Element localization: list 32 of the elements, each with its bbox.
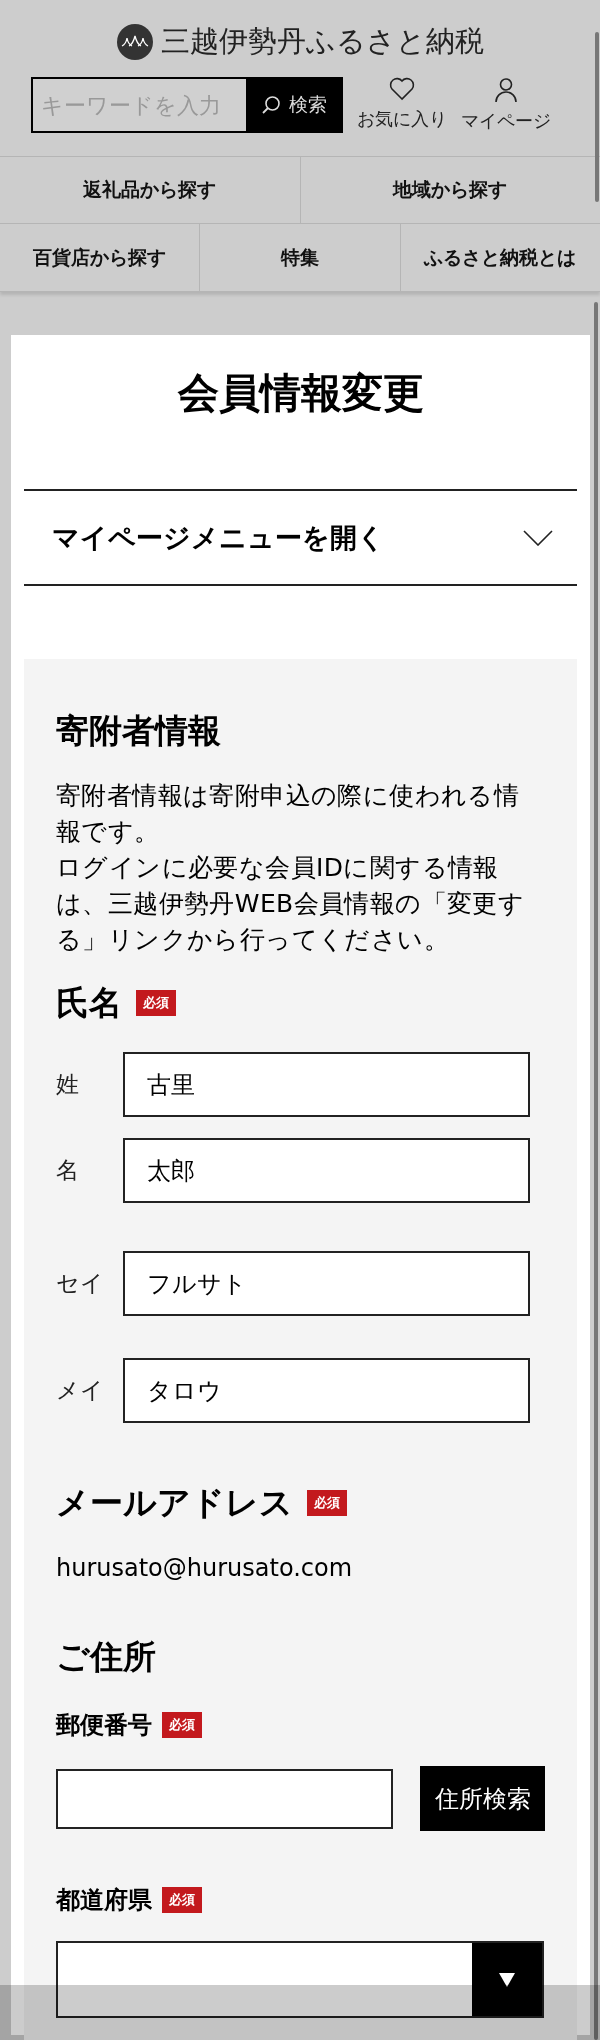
section-heading: 郵便番号: [56, 1710, 152, 1740]
search-button[interactable]: 検索: [246, 79, 341, 131]
nav-tab[interactable]: ふるさと納税とは: [399, 224, 600, 291]
field-label: メイ: [56, 1376, 105, 1405]
field-label: 姓: [56, 1070, 80, 1099]
field-label: 名: [56, 1156, 80, 1185]
page-title: 会員情報変更: [176, 368, 425, 418]
section-heading: 寄附者情報: [56, 711, 221, 751]
header-link[interactable]: マイページ: [461, 109, 551, 133]
email-address: hurusato@hurusato.com: [56, 1553, 354, 1583]
address-search-button[interactable]: 住所検索: [420, 1766, 545, 1831]
description-text: ログインに必要な会員IDに関する情報は、三越伊勢丹WEB会員情報の「変更する」リンクから行ってください。: [56, 852, 526, 956]
field-label: セイ: [56, 1269, 105, 1298]
required-badge: 必須: [162, 1887, 202, 1913]
site-logo-text[interactable]: 三越伊勢丹ふるさと納税: [160, 22, 484, 62]
mypage-menu-toggle[interactable]: マイページメニューを開く: [24, 489, 577, 586]
input-field[interactable]: 太郎: [123, 1138, 530, 1203]
section-heading: ご住所: [56, 1637, 156, 1677]
section-heading: メールアドレス: [56, 1483, 293, 1523]
description-text: 寄附者情報は寄附申込の際に使われる情報です。: [56, 780, 521, 848]
input-field[interactable]: 古里: [123, 1052, 530, 1117]
section-heading: 都道府県: [56, 1885, 152, 1915]
nav-tab[interactable]: 特集: [199, 224, 400, 291]
header-link[interactable]: お気に入り: [357, 107, 447, 131]
nav-tab[interactable]: 返礼品から探す: [0, 157, 300, 223]
input-field[interactable]: タロウ: [123, 1358, 530, 1423]
nav-tab[interactable]: 百貨店から探す: [0, 224, 200, 291]
section-heading: 氏名: [56, 983, 122, 1023]
required-badge: 必須: [307, 1490, 347, 1516]
input-field[interactable]: フルサト: [123, 1251, 530, 1316]
required-badge: 必須: [136, 990, 176, 1016]
required-badge: 必須: [162, 1712, 202, 1738]
